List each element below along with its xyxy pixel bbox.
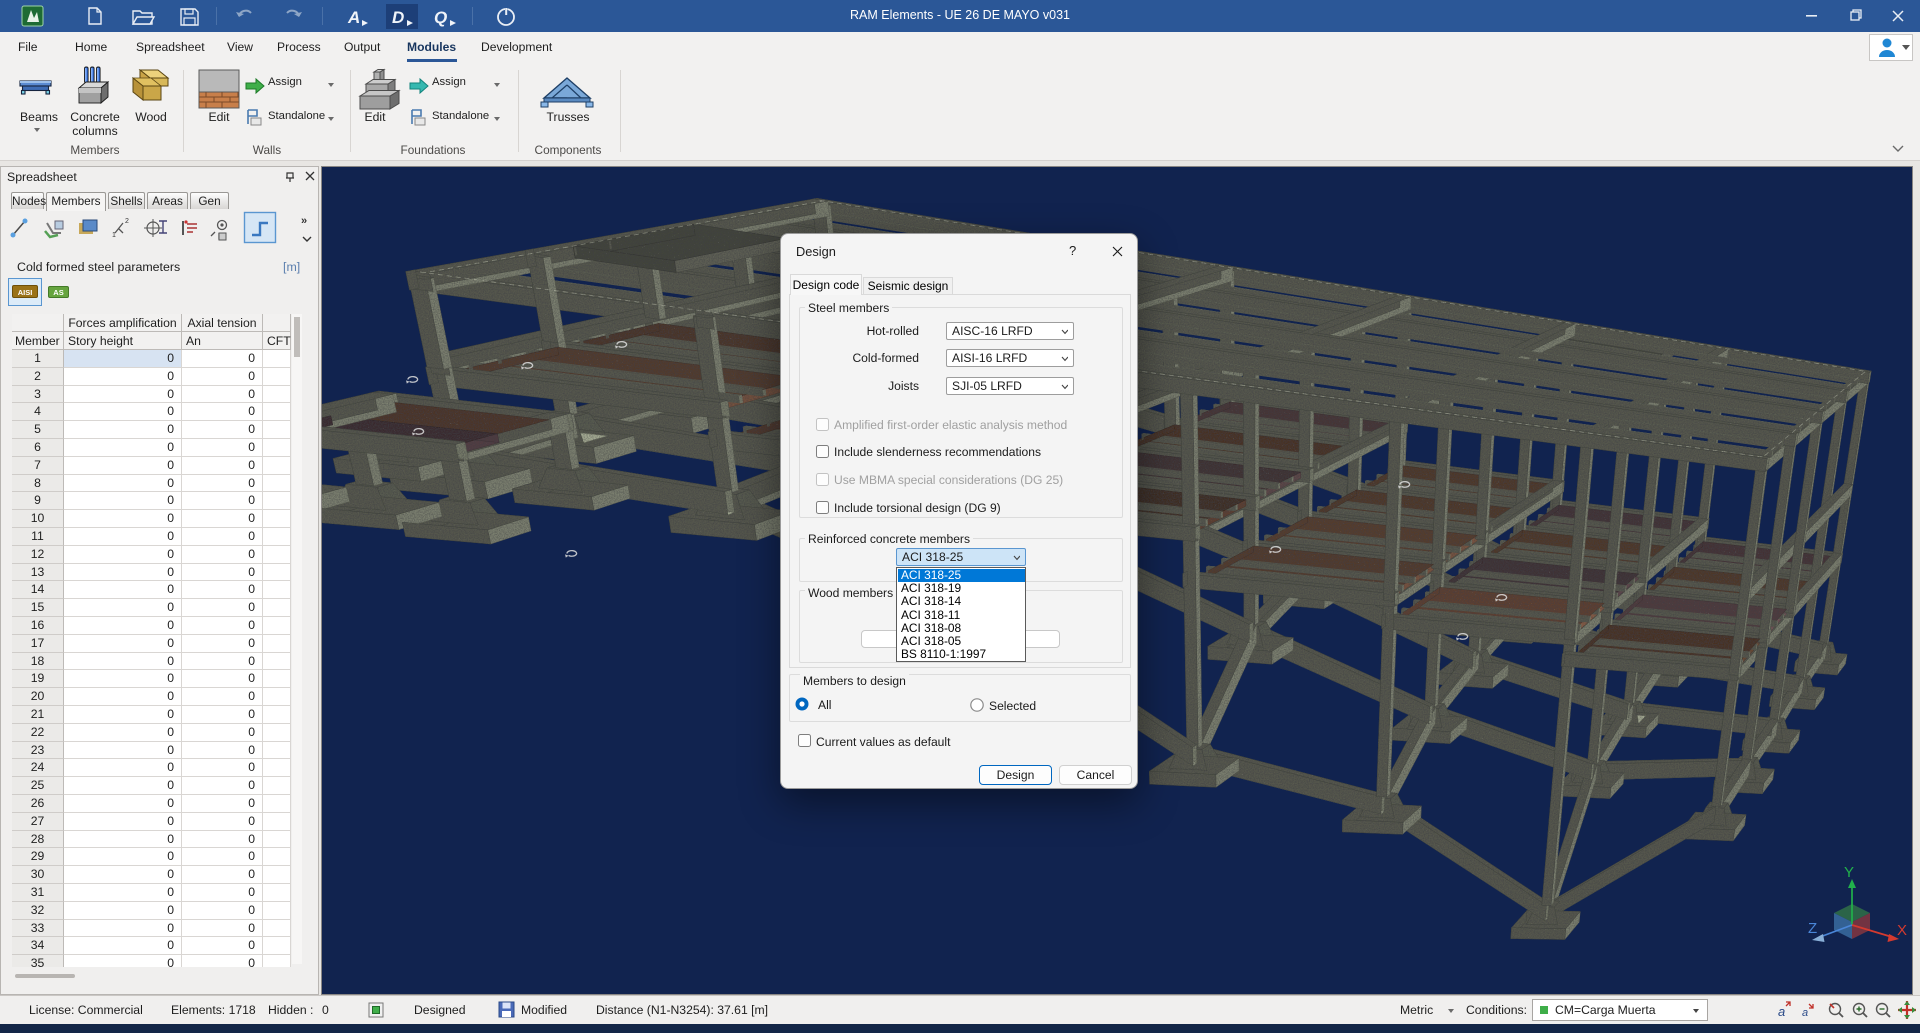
svg-text:Z: Z bbox=[1808, 920, 1817, 937]
svg-text:Y: Y bbox=[1844, 864, 1854, 881]
svg-text:a: a bbox=[1778, 1004, 1785, 1019]
svg-text:a: a bbox=[1802, 1007, 1808, 1019]
svg-text:1: 1 bbox=[112, 232, 116, 239]
svg-text:»: » bbox=[301, 215, 307, 227]
svg-text:2: 2 bbox=[125, 218, 129, 225]
svg-text:X: X bbox=[1897, 922, 1907, 939]
